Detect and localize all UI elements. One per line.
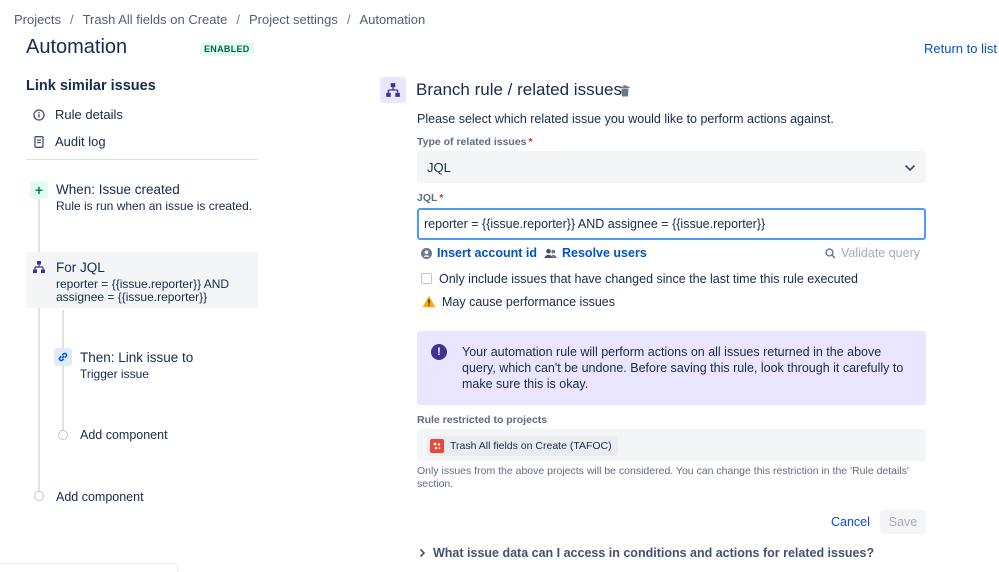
add-component-inner[interactable]: Add component — [80, 428, 168, 442]
insert-account-id-link[interactable]: Insert account id — [421, 246, 537, 260]
breadcrumb-separator: / — [70, 12, 74, 27]
breadcrumb: Projects / Trash All fields on Create / … — [14, 12, 425, 27]
project-tag: Trash All fields on Create (TAFOC) — [427, 436, 618, 456]
select-value: JQL — [427, 160, 451, 175]
branch-title: For JQL — [56, 260, 105, 275]
breadcrumb-separator: / — [236, 12, 240, 27]
restricted-projects-label: Rule restricted to projects — [417, 414, 547, 426]
changed-since-label[interactable]: Only include issues that have changed si… — [439, 272, 858, 286]
type-field-label: Type of related issues* — [417, 136, 533, 148]
editor-description: Please select which related issue you wo… — [417, 112, 834, 126]
validate-query-link[interactable]: Validate query — [825, 246, 920, 260]
sidebar-item-rule-details[interactable]: Rule details — [33, 107, 123, 122]
related-issues-type-select[interactable]: JQL — [417, 151, 926, 183]
chevron-right-icon — [419, 548, 426, 558]
divider — [26, 159, 258, 160]
editor-title: Branch rule / related issues — [416, 80, 622, 100]
required-marker: * — [439, 192, 443, 204]
jql-field-label-text: JQL — [417, 192, 437, 204]
add-component-outer[interactable]: Add component — [56, 490, 144, 504]
branch-icon — [380, 77, 406, 103]
cancel-button[interactable]: Cancel — [824, 510, 877, 534]
trash-icon[interactable] — [620, 84, 632, 96]
faq-label: What issue data can I access in conditio… — [433, 546, 874, 560]
insert-account-id-label: Insert account id — [437, 246, 537, 260]
bottom-panel-edge — [0, 563, 178, 572]
restriction-help-text: Only issues from the above projects will… — [417, 465, 922, 491]
sidebar-item-label: Audit log — [55, 134, 106, 149]
exclamation-icon: ! — [431, 344, 447, 360]
type-field-label-text: Type of related issues — [417, 136, 527, 148]
link-icon — [54, 348, 72, 366]
validate-query-label: Validate query — [841, 246, 920, 260]
chevron-down-icon — [904, 160, 916, 175]
breadcrumb-project-settings[interactable]: Project settings — [249, 12, 338, 27]
plus-icon: + — [30, 181, 48, 199]
project-tag-label: Trash All fields on Create (TAFOC) — [450, 440, 612, 452]
trigger-title[interactable]: When: Issue created — [56, 182, 180, 197]
jql-field-label: JQL* — [417, 192, 444, 204]
flow-connector — [38, 199, 40, 491]
breadcrumb-projects[interactable]: Projects — [14, 12, 61, 27]
document-icon — [33, 136, 45, 148]
status-badge: ENABLED — [200, 42, 254, 56]
info-icon — [33, 109, 45, 121]
breadcrumb-project[interactable]: Trash All fields on Create — [83, 12, 228, 27]
resolve-users-label: Resolve users — [562, 246, 647, 260]
action-title[interactable]: Then: Link issue to — [80, 350, 193, 365]
trigger-subtitle: Rule is run when an issue is created. — [56, 200, 252, 213]
performance-warning: May cause performance issues — [442, 295, 615, 309]
add-component-dot — [58, 430, 68, 440]
save-button[interactable]: Save — [880, 510, 926, 534]
action-subtitle: Trigger issue — [80, 368, 149, 381]
sidebar-item-label: Rule details — [55, 107, 123, 122]
sidebar-item-audit-log[interactable]: Audit log — [33, 134, 106, 149]
users-icon — [544, 248, 557, 259]
page-title: Automation — [26, 36, 127, 59]
breadcrumb-separator: / — [347, 12, 351, 27]
branch-icon — [31, 259, 47, 275]
warning-icon — [422, 295, 436, 308]
search-icon — [825, 248, 836, 259]
return-to-list-link[interactable]: Return to list — [924, 41, 997, 56]
breadcrumb-automation[interactable]: Automation — [359, 12, 425, 27]
user-icon — [421, 248, 432, 259]
resolve-users-link[interactable]: Resolve users — [544, 246, 647, 260]
changed-since-checkbox[interactable] — [421, 273, 432, 284]
required-marker: * — [529, 136, 533, 148]
rule-name: Link similar issues — [26, 78, 156, 94]
faq-expander[interactable]: What issue data can I access in conditio… — [419, 546, 874, 560]
jql-input[interactable] — [417, 208, 926, 240]
flow-connector — [62, 310, 64, 430]
branch-subtitle-line2: assignee = {{issue.reporter}} — [56, 291, 207, 304]
project-avatar-icon — [430, 439, 444, 453]
info-message: Your automation rule will perform action… — [462, 344, 912, 392]
add-component-dot — [34, 491, 44, 501]
